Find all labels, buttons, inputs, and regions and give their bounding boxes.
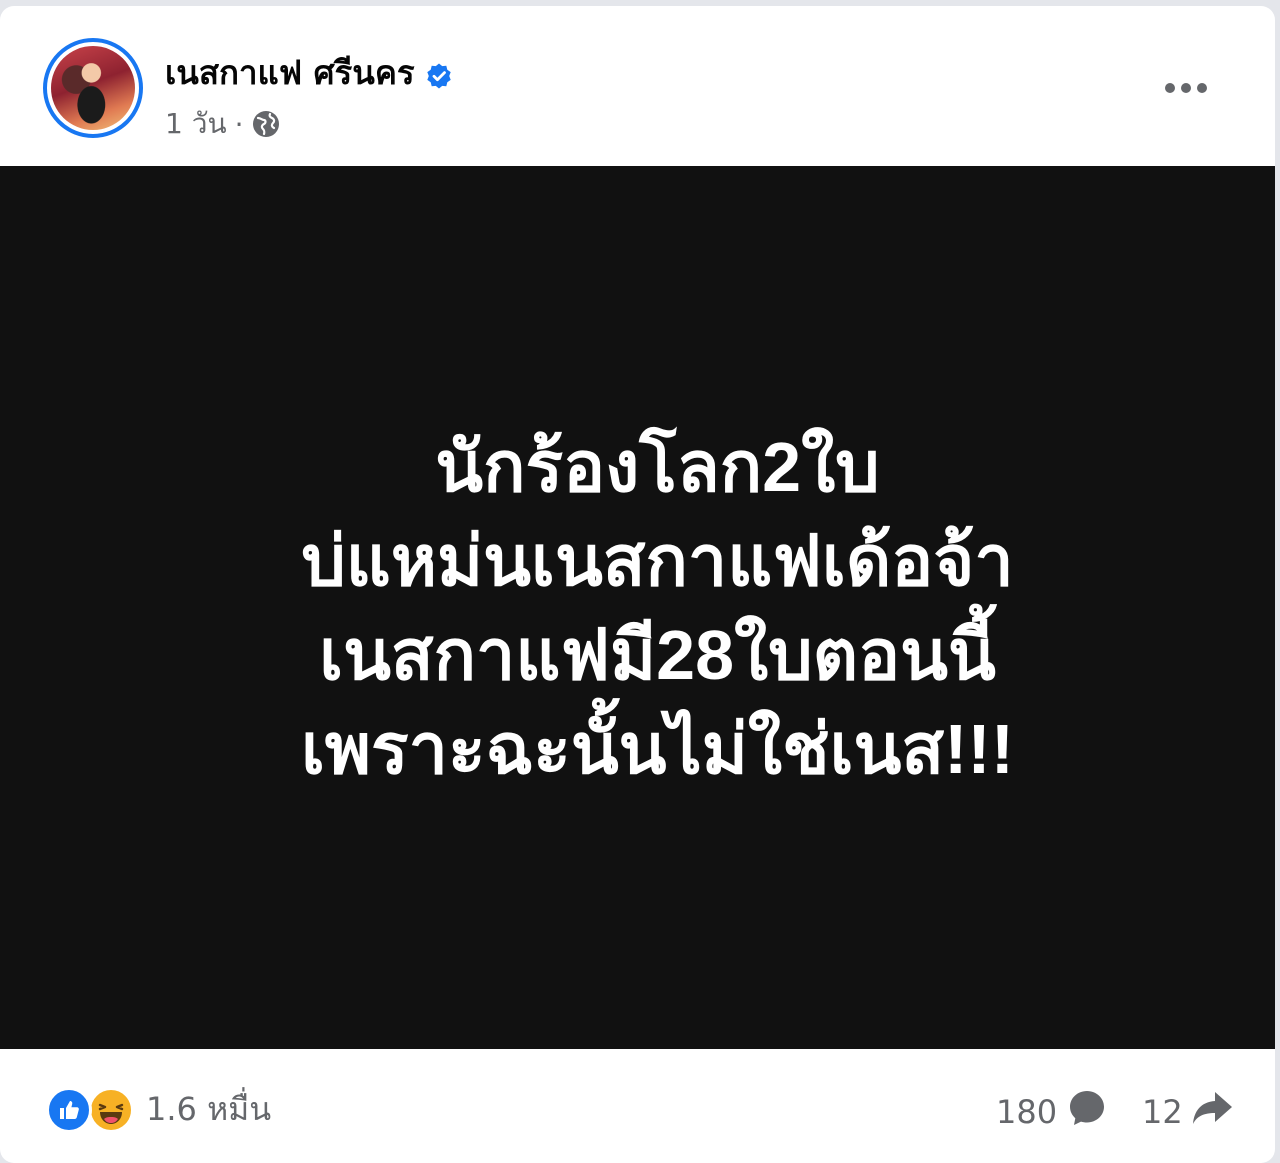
verified-badge-icon	[425, 59, 453, 88]
more-options-button[interactable]	[1150, 66, 1222, 110]
share-count: 12	[1142, 1093, 1183, 1131]
comments-count-button[interactable]: 180	[996, 1088, 1107, 1136]
shares-count-button[interactable]: 12	[1142, 1088, 1235, 1136]
more-options-icon	[1165, 83, 1175, 93]
post-card: เนสกาแฟ ศรีนคร 1 วัน · นักร้องโลก2ใบ บ่แ…	[0, 6, 1275, 1163]
reaction-count: 1.6 หมื่น	[146, 1090, 272, 1128]
post-footer: 1.6 หมื่น 180 12	[0, 1049, 1275, 1163]
haha-reaction-icon	[88, 1086, 134, 1133]
post-image[interactable]: นักร้องโลก2ใบ บ่แหม่นเนสกาแฟเด้อจ้า เนสก…	[0, 166, 1275, 1049]
post-meta: 1 วัน ·	[165, 102, 281, 146]
meta-separator: ·	[234, 107, 244, 141]
like-reaction-icon	[46, 1086, 92, 1133]
comment-bubble-icon	[1067, 1088, 1107, 1136]
post-time[interactable]: 1 วัน	[165, 102, 227, 146]
comment-count: 180	[996, 1093, 1058, 1131]
share-arrow-icon	[1191, 1088, 1235, 1136]
post-text-line: เนสกาแฟมี28ใบตอนนี้	[319, 615, 996, 694]
author-row: เนสกาแฟ ศรีนคร	[165, 46, 453, 99]
author-name[interactable]: เนสกาแฟ ศรีนคร	[165, 46, 415, 99]
post-header: เนสกาแฟ ศรีนคร 1 วัน ·	[0, 6, 1275, 166]
post-text-line: เพราะฉะนั้นไม่ใช่เนส!!!	[300, 709, 1015, 788]
more-options-dot	[1181, 83, 1191, 93]
post-text-line: นักร้องโลก2ใบ	[435, 427, 880, 506]
avatar-image	[51, 46, 135, 130]
globe-icon	[251, 109, 281, 139]
reactions-summary[interactable]: 1.6 หมื่น	[46, 1084, 271, 1135]
avatar[interactable]	[43, 38, 143, 138]
post-text-line: บ่แหม่นเนสกาแฟเด้อจ้า	[301, 521, 1014, 600]
more-options-dot	[1197, 83, 1207, 93]
post-image-text: นักร้องโลก2ใบ บ่แหม่นเนสกาแฟเด้อจ้า เนสก…	[301, 420, 1014, 796]
